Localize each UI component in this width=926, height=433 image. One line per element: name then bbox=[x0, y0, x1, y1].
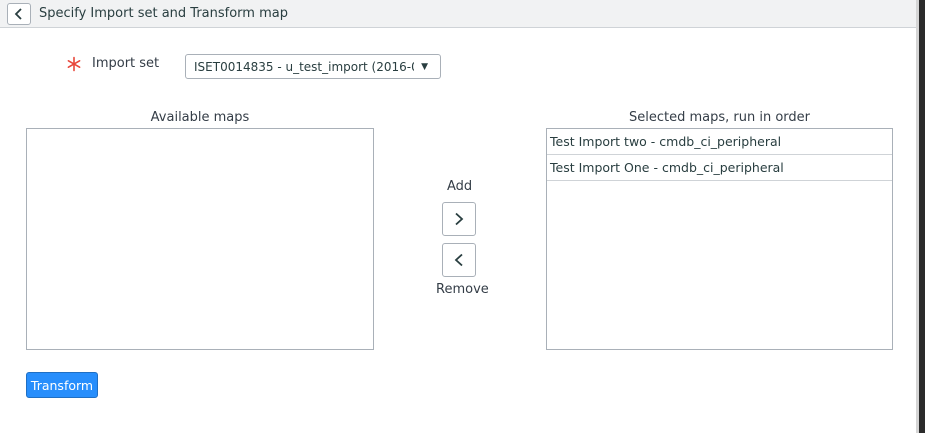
available-maps-label: Available maps bbox=[150, 110, 250, 125]
chevron-left-icon bbox=[14, 7, 22, 20]
window-edge bbox=[916, 0, 926, 433]
selected-map-item[interactable]: Test Import two - cmdb_ci_peripheral bbox=[547, 129, 892, 155]
selected-map-item[interactable]: Test Import One - cmdb_ci_peripheral bbox=[547, 155, 892, 181]
import-set-selected-value: ISET0014835 - u_test_import (2016-0... bbox=[194, 59, 414, 74]
chevron-left-icon bbox=[454, 253, 463, 267]
caret-down-icon: ▼ bbox=[421, 62, 428, 72]
add-button[interactable] bbox=[442, 202, 476, 236]
remove-button[interactable] bbox=[442, 243, 476, 277]
page-title: Specify Import set and Transform map bbox=[39, 6, 288, 21]
transform-button[interactable]: Transform bbox=[26, 372, 98, 398]
selected-maps-list[interactable]: Test Import two - cmdb_ci_peripheral Tes… bbox=[546, 128, 893, 350]
remove-label: Remove bbox=[436, 282, 489, 297]
import-set-select[interactable]: ISET0014835 - u_test_import (2016-0... ▼ bbox=[185, 54, 441, 79]
required-asterisk-icon bbox=[67, 56, 81, 72]
chevron-right-icon bbox=[455, 212, 464, 226]
available-maps-list[interactable] bbox=[26, 128, 374, 350]
page-header: Specify Import set and Transform map bbox=[0, 0, 916, 28]
import-set-label: Import set bbox=[92, 56, 160, 71]
add-label: Add bbox=[447, 179, 473, 194]
selected-maps-label: Selected maps, run in order bbox=[628, 110, 810, 125]
back-button[interactable] bbox=[7, 2, 31, 25]
window-frame bbox=[919, 0, 925, 433]
